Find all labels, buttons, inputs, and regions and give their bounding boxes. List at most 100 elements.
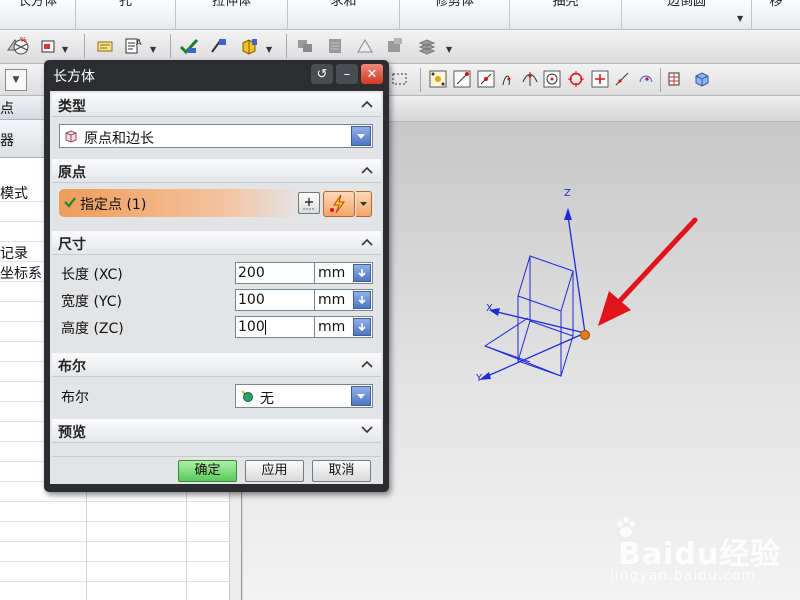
y-axis-label: Y (475, 373, 483, 384)
section-header-type[interactable]: 类型 (52, 93, 381, 117)
down-arrow-icon[interactable] (353, 291, 371, 309)
unit-label: mm (318, 265, 346, 281)
down-arrow-icon[interactable] (353, 318, 371, 336)
point-type-dropdown[interactable] (356, 191, 372, 217)
menu-tab-label: 孔 (118, 0, 132, 9)
check-analysis-icon[interactable] (176, 33, 202, 59)
length-input[interactable]: 200 (235, 262, 315, 284)
menu-tab-shell[interactable]: 抽壳 (510, 0, 622, 30)
width-input[interactable]: 100 (235, 289, 315, 311)
width-unit-dropdown[interactable]: mm (315, 289, 373, 311)
dropdown-arrow-icon[interactable]: ▼ (266, 45, 272, 54)
menu-tab-unite[interactable]: 求和 (288, 0, 400, 30)
ok-button[interactable]: 确定 (178, 460, 237, 482)
height-label: 高度 (ZC) (61, 321, 124, 337)
z-axis-label: Z (564, 188, 571, 199)
menu-tab-label: 移 (769, 0, 783, 9)
snap-arc-center-icon[interactable] (542, 69, 562, 89)
navigator-header-label: 点 (0, 101, 14, 117)
specify-point-label: 指定点 (1) (80, 197, 147, 213)
block-type-icon (64, 129, 78, 147)
note-icon[interactable] (92, 33, 118, 59)
menu-tab-move[interactable]: 移 (752, 0, 800, 30)
menu-tab-extrude[interactable]: 拉伸体 (176, 0, 288, 30)
snap-enable-icon[interactable] (428, 69, 448, 89)
height-input[interactable]: 100 (235, 316, 315, 338)
length-label: 长度 (XC) (61, 267, 123, 283)
boolean-dropdown[interactable]: 无 (235, 384, 373, 408)
view-cube-icon[interactable] (692, 69, 712, 89)
table-row[interactable] (0, 502, 240, 522)
select-box-icon[interactable] (390, 69, 410, 89)
apply-button[interactable]: 应用 (245, 460, 304, 482)
menu-tab-label: 求和 (330, 0, 357, 9)
type-dropdown[interactable]: 原点和边长 (59, 124, 373, 148)
origin-point-marker[interactable] (580, 330, 590, 340)
menu-tab-label: 修剪体 (434, 0, 474, 9)
grid-icon[interactable] (664, 69, 684, 89)
layer-settings-icon[interactable] (36, 33, 62, 59)
point-dialog-button[interactable] (298, 192, 320, 214)
svg-text:%: % (20, 36, 27, 44)
menu-tab-edge-blend[interactable]: 边倒圆 (622, 0, 752, 30)
boolean-none-icon (240, 389, 254, 407)
reset-icon[interactable]: ↺ (311, 64, 333, 84)
menu-more-arrow-icon[interactable]: ▼ (737, 14, 743, 23)
length-unit-dropdown[interactable]: mm (315, 262, 373, 284)
menu-tab-trim-body[interactable]: 修剪体 (400, 0, 510, 30)
type-filter-dropdown[interactable]: ▼ (5, 69, 27, 91)
dropdown-arrow-icon[interactable]: ▼ (150, 45, 156, 54)
measure-tool-icon[interactable] (206, 33, 232, 59)
section-header-dimensions[interactable]: 尺寸 (52, 231, 381, 255)
body-color-icon[interactable] (236, 33, 262, 59)
section-header-preview[interactable]: 预览 (52, 419, 381, 443)
collapse-chevron-icon[interactable] (358, 355, 376, 373)
disabled-tool-icon (292, 33, 318, 59)
section-header-boolean[interactable]: 布尔 (52, 353, 381, 377)
snap-control-point-icon[interactable] (498, 69, 518, 89)
type-value: 原点和边长 (84, 131, 154, 147)
minimize-icon[interactable]: – (336, 64, 358, 84)
snap-endpoint-icon[interactable] (452, 69, 472, 89)
chevron-down-icon[interactable] (351, 386, 371, 406)
section-header-origin[interactable]: 原点 (52, 159, 381, 183)
menu-tab-hole[interactable]: 孔 (76, 0, 176, 30)
dropdown-arrow-icon[interactable]: ▼ (446, 45, 452, 54)
chevron-down-icon: ▼ (12, 75, 20, 85)
close-icon[interactable]: ✕ (361, 64, 383, 84)
list-item-label: 模式 (0, 186, 28, 202)
point-constructor-icon (303, 198, 315, 210)
section-title: 布尔 (58, 359, 86, 375)
collapse-chevron-icon[interactable] (358, 233, 376, 251)
snap-existing-point-icon[interactable] (590, 69, 610, 89)
unit-label: mm (318, 319, 346, 335)
red-pointer-arrow-icon (598, 217, 698, 326)
cancel-button[interactable]: 取消 (312, 460, 371, 482)
table-row[interactable] (0, 582, 240, 600)
table-row[interactable] (0, 522, 240, 542)
snap-point-on-face-icon[interactable] (636, 69, 656, 89)
snap-quadrant-icon[interactable] (566, 69, 586, 89)
menu-tab-block[interactable]: 长方体 (0, 0, 76, 30)
specify-point-row[interactable]: 指定点 (1) (59, 189, 299, 217)
expand-chevron-icon[interactable] (358, 421, 376, 439)
section-title: 类型 (58, 99, 86, 115)
chevron-down-icon[interactable] (351, 126, 371, 146)
inferred-point-button[interactable] (323, 191, 355, 217)
section-title: 原点 (58, 165, 86, 181)
text-format-icon[interactable]: A (120, 33, 146, 59)
dialog-body: 类型 原点和边长 原点 指定点 (1) 尺寸 长度 (XC) 200 mm 宽度… (50, 91, 383, 484)
snap-intersection-icon[interactable] (520, 69, 540, 89)
table-row[interactable] (0, 562, 240, 582)
height-unit-dropdown[interactable]: mm (315, 316, 373, 338)
shade-sphere-icon[interactable]: % (8, 33, 34, 59)
snap-point-on-curve-icon[interactable] (612, 69, 632, 89)
section-title: 预览 (58, 425, 86, 441)
snap-midpoint-icon[interactable] (476, 69, 496, 89)
collapse-chevron-icon[interactable] (358, 161, 376, 179)
table-row[interactable] (0, 542, 240, 562)
list-item-label: 记录 (0, 246, 28, 262)
dropdown-arrow-icon[interactable]: ▼ (62, 45, 68, 54)
down-arrow-icon[interactable] (353, 264, 371, 282)
collapse-chevron-icon[interactable] (358, 95, 376, 113)
